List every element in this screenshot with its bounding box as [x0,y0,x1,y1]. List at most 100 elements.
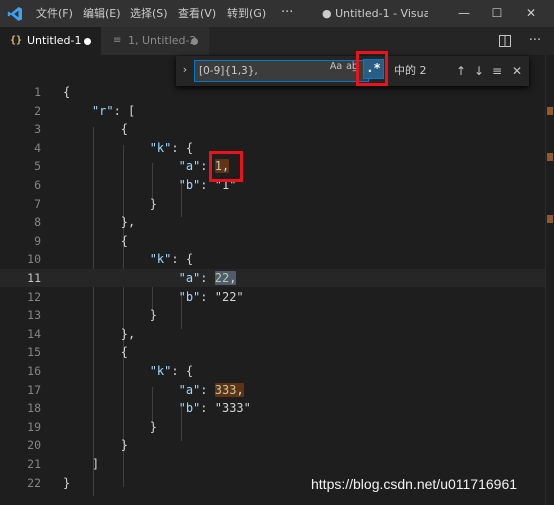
title-bar: 文件(F) 编辑(E) 选择(S) 查看(V) 转到(G) ··· ● Unti… [0,0,554,27]
previous-match-button[interactable]: ↑ [452,56,470,86]
line-number: 1 [34,85,41,99]
more-menus-button[interactable]: ··· [281,0,293,27]
line-number: 21 [27,457,41,471]
code-text: "r": [ [91,103,136,118]
split-editor-icon[interactable] [494,27,516,55]
minimize-button[interactable]: — [447,0,481,27]
tab-label: Untitled-1 [27,34,82,47]
line-number: 13 [27,308,41,323]
match-marker [547,107,553,115]
code-line[interactable]: 2 "r": [ [0,102,545,120]
code-line[interactable]: 10 "k": { [0,250,545,268]
code-line[interactable]: 11 "a": 22, [0,269,545,287]
line-number: 19 [27,419,41,434]
code-line[interactable]: 7 } [0,195,545,213]
search-match: 22, [214,271,237,285]
vertical-scrollbar[interactable] [545,55,554,505]
code-line[interactable]: 5 "a": 1, [0,157,545,175]
menu-go[interactable]: 转到(G) [227,0,266,27]
line-number: 16 [27,364,41,378]
line-number: 10 [27,252,41,267]
code-line[interactable]: 8 }, [0,213,545,231]
code-line[interactable]: 13 } [0,306,545,324]
line-number: 4 [34,140,41,155]
match-count: 中的 2 [394,64,427,77]
code-text: { [63,345,129,360]
code-text: }, [63,215,136,230]
code-line[interactable]: 9 { [0,232,545,250]
code-line[interactable]: 20 } [0,436,545,454]
menu-view[interactable]: 查看(V) [178,0,216,27]
close-window-button[interactable]: ✕ [514,0,548,27]
code-line[interactable]: 6 "b": "1" [0,176,545,194]
tab-bar: {} Untitled-1 ≡ 1, Untitled-2 ··· [0,27,554,55]
vscode-logo-icon [7,7,22,21]
code-line[interactable]: 17 "a": 333, [0,381,545,399]
match-highlight-box [209,151,243,182]
code-line[interactable]: 14 }, [0,325,545,343]
tab-untitled-2[interactable]: ≡ 1, Untitled-2 [101,27,209,55]
code-text: } [63,475,71,490]
code-text: "b": "22" [178,289,244,304]
code-text: "k": { [149,140,194,155]
code-text: } [63,308,157,323]
json-file-icon: {} [10,35,23,46]
toggle-replace-icon[interactable]: › [179,56,191,86]
code-text: "a": 22, [178,271,237,285]
code-line[interactable]: 21 ] [0,455,545,473]
watermark: https://blog.csdn.net/u011716961 [311,476,518,492]
line-number: 14 [27,326,41,341]
line-number: 11 [27,271,41,285]
code-text: } [63,419,157,434]
menu-edit[interactable]: 编辑(E) [83,0,121,27]
line-number: 8 [34,215,41,230]
line-number: 9 [34,233,41,248]
code-line[interactable]: 12 "b": "22" [0,288,545,306]
search-match: 333, [214,382,244,397]
code-text: } [63,438,129,453]
line-number: 2 [34,103,41,118]
code-text: { [63,122,129,137]
line-number: 17 [27,382,41,397]
line-number: 22 [27,475,41,490]
match-marker [547,215,553,223]
editor[interactable]: 1{2 "r": [3 {4 "k": {5 "a": 1, 6 "b": "1"… [0,55,554,505]
unsaved-dot-icon [191,38,198,45]
line-number: 7 [34,196,41,211]
code-text: } [63,196,157,211]
code-line[interactable]: 19 } [0,418,545,436]
code-line[interactable]: 4 "k": { [0,139,545,157]
code-text: "b": "333" [178,401,251,416]
text-file-icon: ≡ [113,35,122,46]
next-match-button[interactable]: ↓ [470,56,488,86]
code-line[interactable]: 16 "k": { [0,362,545,380]
regex-highlight-box [356,51,388,86]
find-query: [0-9]{1,3}, [199,65,258,77]
more-actions-icon[interactable]: ··· [524,27,546,55]
code-text: ] [63,457,100,471]
match-case-button[interactable]: Aa [328,59,344,75]
window-title: ● Untitled-1 - Visual Studio Code [322,7,428,20]
close-find-button[interactable]: ✕ [508,56,526,86]
find-in-selection-button[interactable]: ≡ [488,56,506,86]
code-text: "a": 1, [178,159,230,174]
line-number: 20 [27,438,41,453]
line-number: 5 [34,159,41,174]
tab-untitled-1[interactable]: {} Untitled-1 [0,27,101,55]
line-number: 6 [34,178,41,192]
maximize-button[interactable]: ☐ [480,0,514,27]
unsaved-dot-icon [84,38,91,45]
find-widget: › [0-9]{1,3}, Aa ab̲ .* 中的 2 ↑ ↓ ≡ ✕ [176,56,529,86]
code-text: { [63,233,129,248]
code-text: }, [63,326,136,341]
code-line[interactable]: 18 "b": "333" [0,399,545,417]
line-number: 12 [27,289,41,304]
code-text: { [63,85,71,99]
line-number: 3 [34,122,41,137]
code-line[interactable]: 15 { [0,343,545,361]
match-marker [547,153,553,161]
code-text: "a": 333, [178,382,244,397]
code-line[interactable]: 3 { [0,120,545,138]
menu-selection[interactable]: 选择(S) [130,0,168,27]
menu-file[interactable]: 文件(F) [36,0,73,27]
